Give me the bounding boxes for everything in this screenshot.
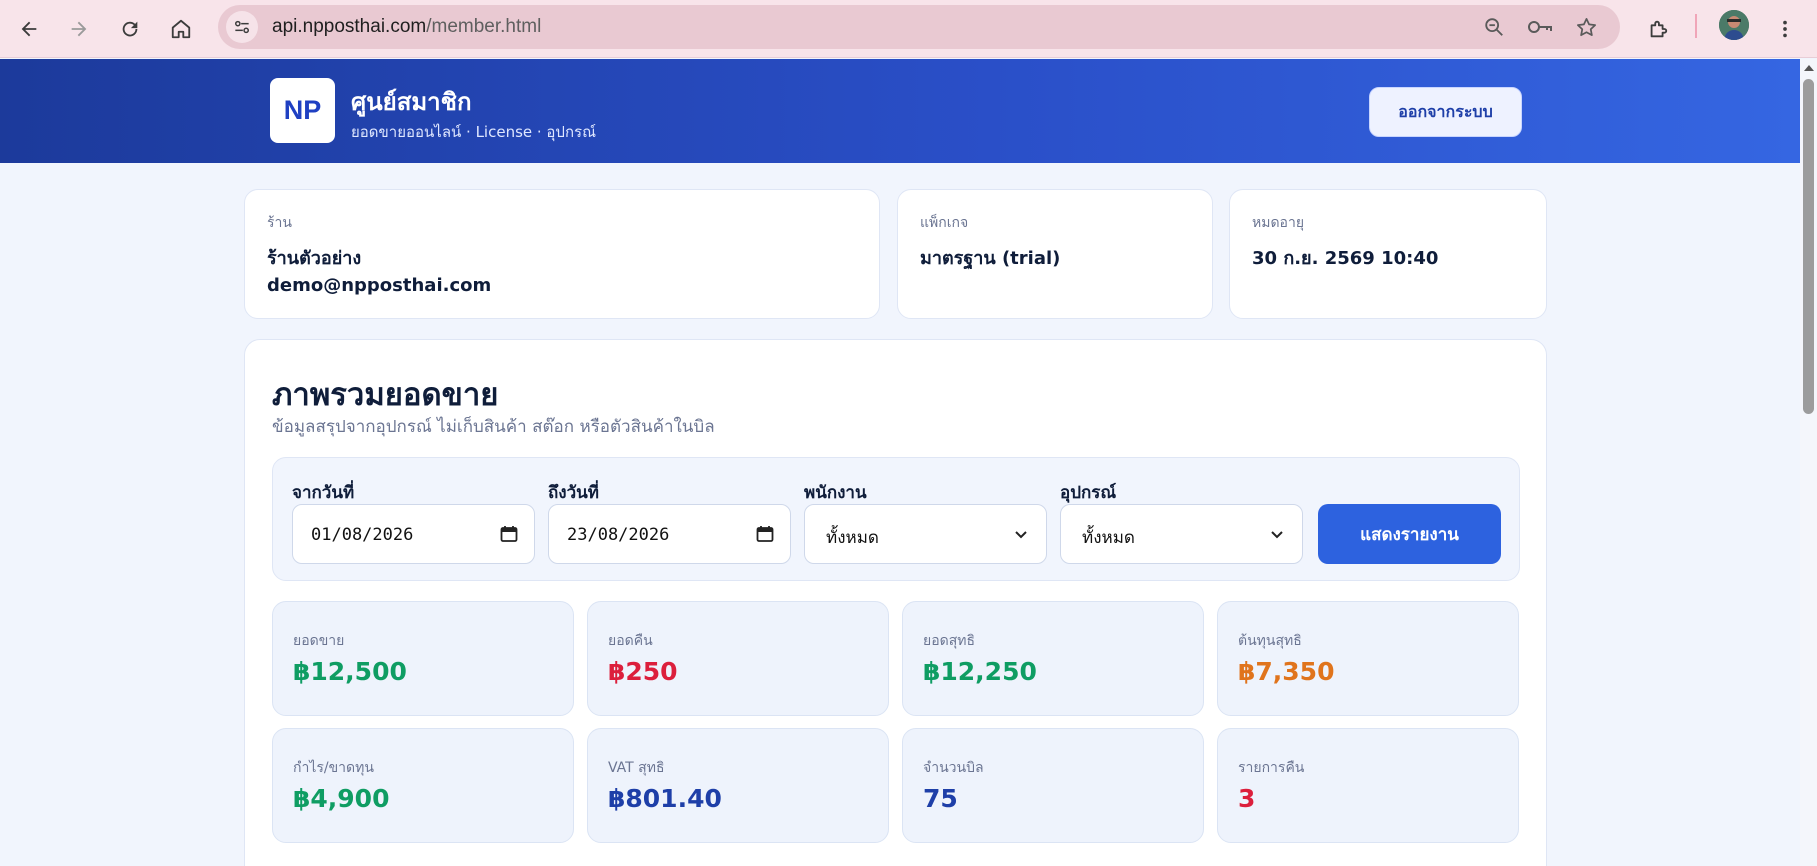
extensions-icon[interactable] (1638, 9, 1678, 49)
report-filter-form: จากวันที่ 01/08/2026 ถึงวันที่ 23/08/202… (272, 457, 1520, 581)
stat-card-bill-count: จำนวนบิล 75 (902, 728, 1204, 843)
shop-label: ร้าน (267, 215, 292, 231)
device-selected-value: ทั้งหมด (1082, 528, 1135, 548)
chevron-down-icon (1012, 525, 1030, 543)
toolbar-separator (1695, 14, 1697, 38)
stat-card-net-cost: ต้นทุนสุทธิ ฿7,350 (1217, 601, 1519, 716)
stat-label: จำนวนบิล (923, 760, 984, 776)
zoom-out-icon[interactable] (1481, 14, 1507, 40)
member-header: NP ศูนย์สมาชิก ยอดขายออนไลน์ · License ·… (0, 59, 1800, 163)
to-date-value: 23/08/2026 (567, 525, 670, 545)
stat-label: ยอดขาย (293, 633, 345, 649)
device-label: อุปกรณ์ (1060, 483, 1117, 503)
stat-value: ฿12,250 (923, 657, 1037, 686)
stat-card-vat: VAT สุทธิ ฿801.40 (587, 728, 889, 843)
package-label: แพ็กเกจ (920, 215, 969, 231)
logout-button[interactable]: ออกจากระบบ (1369, 87, 1522, 137)
stat-card-refunds: ยอดคืน ฿250 (587, 601, 889, 716)
stat-value: ฿250 (608, 657, 678, 686)
page-title: ศูนย์สมาชิก (351, 88, 472, 116)
stat-label: VAT สุทธิ (608, 760, 665, 776)
stat-card-net-sales: ยอดสุทธิ ฿12,250 (902, 601, 1204, 716)
expiry-value: 30 ก.ย. 2569 10:40 (1252, 248, 1439, 269)
employee-select[interactable]: ทั้งหมด (804, 504, 1047, 564)
stat-value: ฿12,500 (293, 657, 407, 686)
stat-value: ฿801.40 (608, 784, 722, 813)
url-text[interactable]: api.npposthai.com/member.html (272, 16, 541, 38)
sales-overview-panel: ภาพรวมยอดขาย ข้อมูลสรุปจากอุปกรณ์ ไม่เก็… (244, 339, 1547, 866)
overview-title: ภาพรวมยอดขาย (272, 377, 499, 413)
menu-kebab-icon[interactable] (1765, 9, 1805, 49)
stat-card-profit: กำไร/ขาดทุน ฿4,900 (272, 728, 574, 843)
calendar-icon[interactable] (756, 525, 774, 543)
bookmark-star-icon[interactable] (1573, 14, 1599, 40)
shop-email: demo@npposthai.com (267, 275, 492, 296)
shop-name: ร้านตัวอย่าง (267, 248, 362, 269)
chevron-down-icon (1268, 525, 1286, 543)
stat-value: ฿4,900 (293, 784, 390, 813)
brand-logo: NP (270, 78, 335, 143)
stat-label: ยอดสุทธิ (923, 633, 976, 649)
expiry-card: หมดอายุ 30 ก.ย. 2569 10:40 (1229, 189, 1547, 319)
forward-icon[interactable] (59, 9, 99, 49)
to-date-label: ถึงวันที่ (548, 483, 599, 503)
site-settings-icon[interactable] (226, 11, 258, 43)
stat-value: 3 (1238, 784, 1256, 813)
from-date-label: จากวันที่ (292, 483, 355, 503)
show-report-button[interactable]: แสดงรายงาน (1318, 504, 1501, 564)
expiry-label: หมดอายุ (1252, 215, 1305, 231)
stat-label: ต้นทุนสุทธิ (1238, 633, 1302, 649)
password-key-icon[interactable] (1527, 14, 1553, 40)
stat-label: ยอดคืน (608, 633, 653, 649)
address-bar[interactable]: api.npposthai.com/member.html (218, 5, 1620, 49)
profile-avatar[interactable] (1719, 10, 1749, 40)
stat-value: ฿7,350 (1238, 657, 1335, 686)
browser-toolbar: api.npposthai.com/member.html (0, 0, 1817, 58)
stat-card-refund-items: รายการคืน 3 (1217, 728, 1519, 843)
shop-card: ร้าน ร้านตัวอย่าง demo@npposthai.com (244, 189, 880, 319)
stat-card-sales: ยอดขาย ฿12,500 (272, 601, 574, 716)
from-date-value: 01/08/2026 (311, 525, 414, 545)
page-subtitle: ยอดขายออนไลน์ · License · อุปกรณ์ (351, 123, 597, 141)
scroll-thumb[interactable] (1803, 79, 1814, 414)
from-date-input[interactable]: 01/08/2026 (292, 504, 535, 564)
calendar-icon[interactable] (500, 525, 518, 543)
stat-label: กำไร/ขาดทุน (293, 760, 374, 776)
back-icon[interactable] (9, 9, 49, 49)
home-icon[interactable] (161, 9, 201, 49)
employee-selected-value: ทั้งหมด (826, 528, 879, 548)
page-scrollbar[interactable] (1800, 59, 1817, 866)
stat-value: 75 (923, 784, 958, 813)
stat-label: รายการคืน (1238, 760, 1305, 776)
reload-icon[interactable] (110, 9, 150, 49)
package-card: แพ็กเกจ มาตรฐาน (trial) (897, 189, 1213, 319)
to-date-input[interactable]: 23/08/2026 (548, 504, 791, 564)
overview-subtitle: ข้อมูลสรุปจากอุปกรณ์ ไม่เก็บสินค้า สต๊อก… (272, 417, 715, 437)
package-value: มาตรฐาน (trial) (920, 248, 1061, 269)
device-select[interactable]: ทั้งหมด (1060, 504, 1303, 564)
employee-label: พนักงาน (804, 483, 867, 503)
scroll-up-arrow-icon[interactable] (1804, 65, 1814, 71)
